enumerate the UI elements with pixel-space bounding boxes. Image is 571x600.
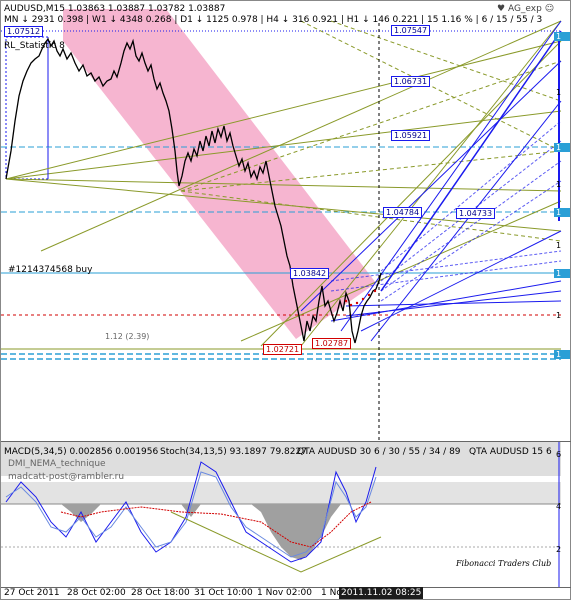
ratio-label: 1.12 (2.39) xyxy=(105,332,150,341)
indicator-name: RL_Statistic 8 xyxy=(4,41,65,51)
symbol-header: AUDUSD,M15 1.03863 1.03887 1.03782 1.038… xyxy=(4,4,226,14)
price-axis-label: 1 xyxy=(556,180,562,189)
level-box[interactable]: 1.04733 xyxy=(456,208,496,219)
level-box[interactable]: 1.05921 xyxy=(391,130,431,141)
level-box[interactable]: 1.07547 xyxy=(391,25,431,36)
macd-label: MACD(5,34,5) 0.002856 0.001956 xyxy=(4,447,159,457)
qta-label: QTA AUDUSD 30 6 / 30 / 55 / 34 / 89 xyxy=(297,447,461,457)
order-label: #1214374568 buy xyxy=(8,265,93,275)
dmi-label: DMI_NEMA_technique xyxy=(8,459,106,469)
watermark: Fibonacci Traders Club xyxy=(456,559,552,568)
level-box[interactable]: 1.07512 xyxy=(4,26,44,37)
time-axis-label: 31 Oct 10:00 xyxy=(194,588,253,598)
smiley-face-icon: ☺ xyxy=(544,4,555,14)
time-axis-label: 27 Oct 2011 xyxy=(4,588,60,598)
timeframe-stats: MN ↓ 2931 0.398 | W1 ↓ 4348 0.268 | D1 ↓… xyxy=(4,15,543,25)
level-box[interactable]: 1.04784 xyxy=(383,207,423,218)
price-axis-label: 1 xyxy=(554,269,570,278)
sub-axis-label: 6 xyxy=(556,450,562,459)
current-time-badge: 2011.11.02 08:25 xyxy=(339,587,424,599)
regression-channel xyxy=(63,9,376,339)
price-axis-label: 1 xyxy=(554,143,570,152)
price-axis-label: 1 xyxy=(554,208,570,217)
stoch-label: Stoch(34,13,5) 93.1897 79.8227 xyxy=(160,447,307,457)
chart-window[interactable]: AUDUSD,M15 1.03863 1.03887 1.03782 1.038… xyxy=(0,0,571,600)
time-axis-label: 1 Nov 02:00 xyxy=(257,588,312,598)
level-box[interactable]: 1.03842 xyxy=(290,268,330,279)
time-axis-label: 28 Oct 18:00 xyxy=(131,588,190,598)
level-box[interactable]: 1.02721 xyxy=(263,344,303,355)
price-axis-label: 1 xyxy=(556,88,562,97)
level-box[interactable]: 1.02787 xyxy=(312,338,352,349)
email-label: madcatt-post@rambler.ru xyxy=(8,472,125,482)
price-axis-label: 1 xyxy=(556,241,562,250)
expert-name: ♥ AG_exp ☺ xyxy=(497,4,555,14)
qta-label: QTA AUDUSD 15 6 xyxy=(469,447,552,457)
sub-axis-label: 4 xyxy=(556,502,562,511)
sub-axis-label: 2 xyxy=(556,545,562,554)
price-axis-label: 1 xyxy=(556,311,562,320)
time-axis-label: 28 Oct 02:00 xyxy=(67,588,126,598)
level-box[interactable]: 1.06731 xyxy=(391,76,431,87)
history-frame xyxy=(5,36,49,180)
hist-band xyxy=(1,482,561,504)
price-axis-label: 1 xyxy=(554,32,570,41)
main-price-chart[interactable] xyxy=(1,1,571,441)
price-axis-label: 1 xyxy=(554,350,570,359)
smiley-icon: ♥ xyxy=(497,4,506,14)
